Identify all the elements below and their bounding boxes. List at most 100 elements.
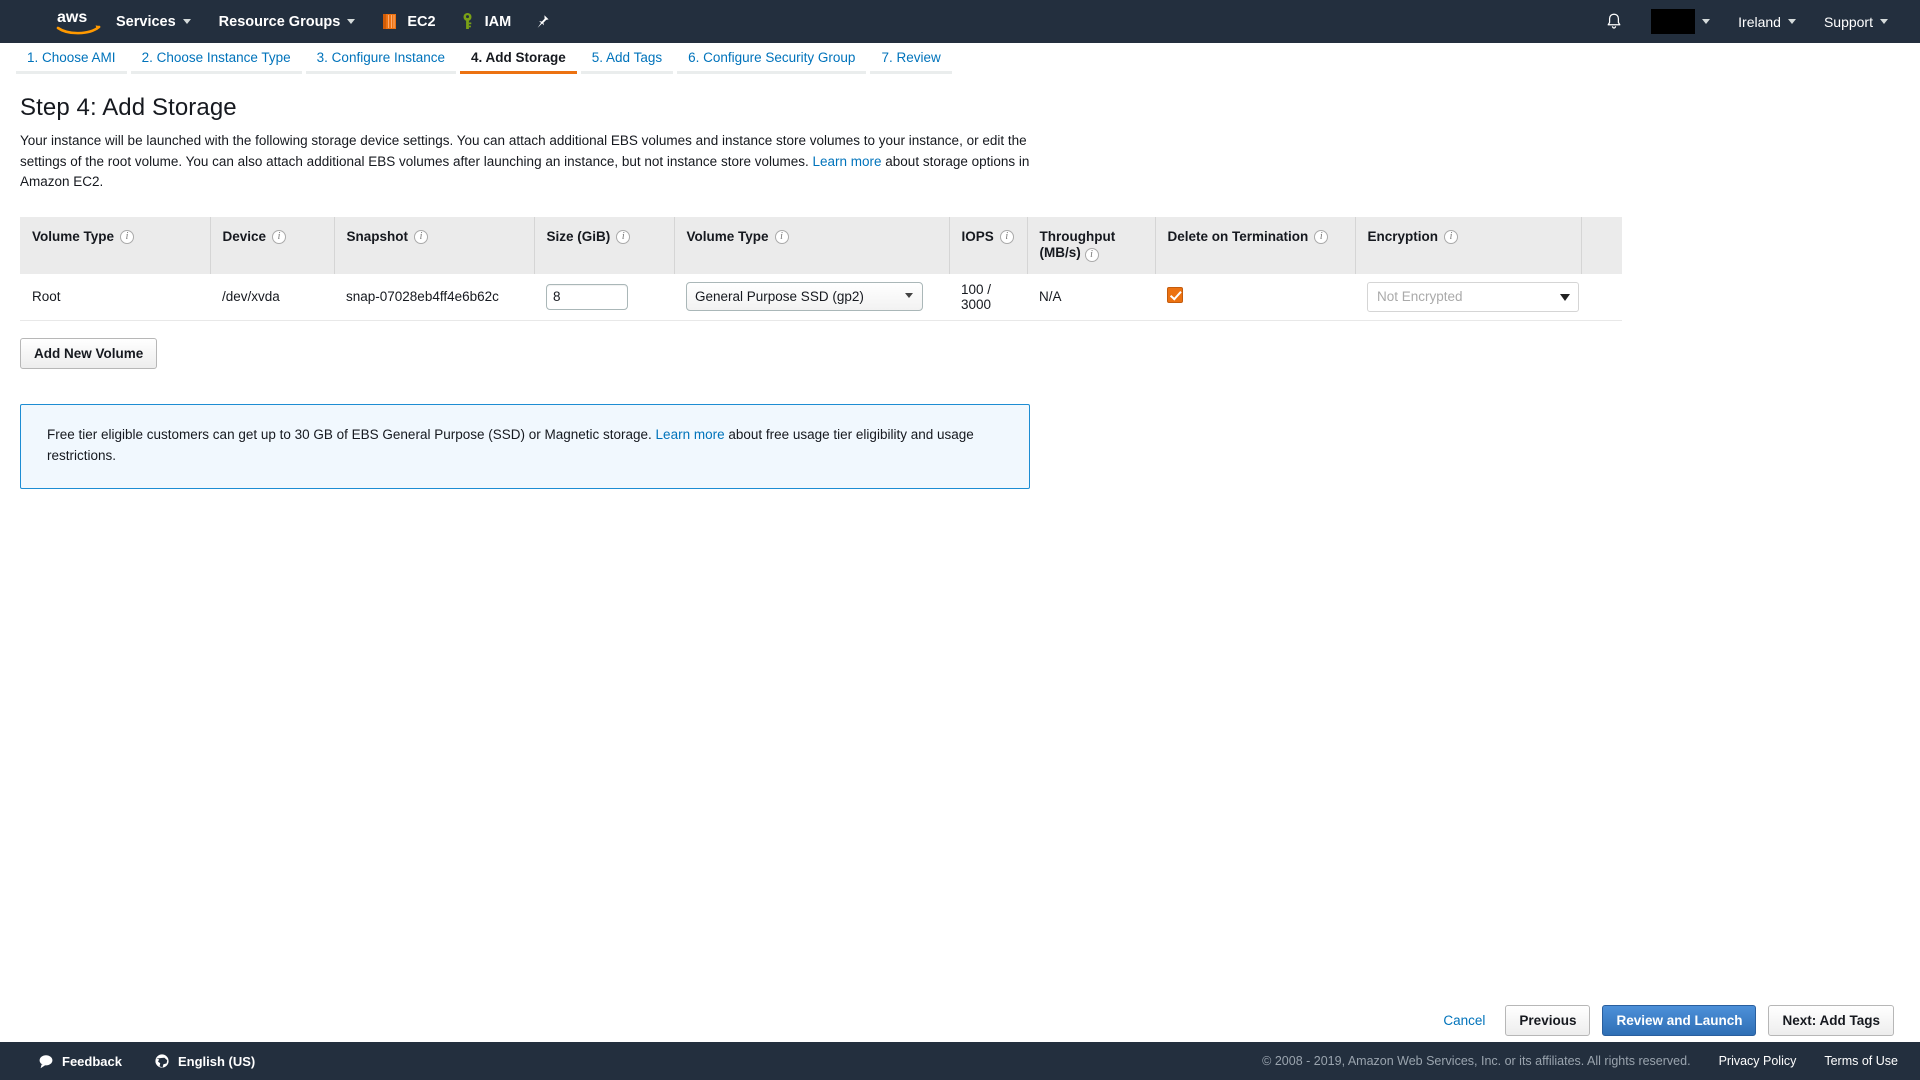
cell-volume-type-select: General Purpose SSD (gp2) <box>674 273 949 321</box>
wizard-tab-add-storage[interactable]: 4. Add Storage <box>460 43 577 74</box>
wizard-tab-choose-ami[interactable]: 1. Choose AMI <box>16 43 127 74</box>
bottom-bar-left-group: Feedback English (US) <box>26 1053 267 1069</box>
storage-learn-more-link[interactable]: Learn more <box>812 154 881 169</box>
info-icon[interactable]: i <box>774 229 789 244</box>
next-add-tags-button[interactable]: Next: Add Tags <box>1768 1004 1894 1036</box>
nav-shortcut-ec2[interactable]: EC2 <box>369 0 446 43</box>
feedback-button[interactable]: Feedback <box>26 1054 134 1069</box>
nav-pin-shortcuts-button[interactable] <box>522 0 562 43</box>
top-navigation-right-group: Ireland Support <box>1591 0 1920 43</box>
free-tier-text-1: Free tier eligible customers can get up … <box>47 426 656 442</box>
cell-volume-type-root: Root <box>20 273 210 321</box>
nav-shortcut-iam[interactable]: IAM <box>447 0 523 43</box>
wizard-tab-configure-security-group[interactable]: 6. Configure Security Group <box>677 43 867 74</box>
cell-encryption: Not Encrypted <box>1355 273 1581 321</box>
add-new-volume-button[interactable]: Add New Volume <box>20 337 158 369</box>
free-tier-learn-more-link[interactable]: Learn more <box>656 427 725 442</box>
cell-delete-on-termination <box>1155 273 1355 321</box>
support-menu[interactable]: Support <box>1810 0 1902 43</box>
account-name-redacted <box>1651 9 1696 34</box>
previous-button[interactable]: Previous <box>1505 1004 1591 1036</box>
cell-snapshot: snap-07028eb4ff4e6b62c <box>334 273 534 321</box>
storage-volumes-table: Volume Type i Device i Snapshot i Size (GiB… <box>20 216 1622 321</box>
th-iops: IOPS i <box>949 216 1028 274</box>
wizard-step-tabs: 1. Choose AMI 2. Choose Instance Type 3.… <box>0 43 1920 77</box>
chevron-down-icon <box>182 19 191 24</box>
cell-row-actions <box>1581 273 1622 321</box>
aws-logo[interactable]: aws <box>56 7 102 37</box>
delete-on-termination-checkbox[interactable] <box>1167 287 1183 303</box>
cell-iops: 100 / 3000 <box>949 273 1027 321</box>
region-menu[interactable]: Ireland <box>1724 0 1810 43</box>
th-snapshot: Snapshot i <box>334 216 535 274</box>
account-menu[interactable] <box>1637 0 1724 43</box>
notifications-button[interactable] <box>1591 0 1637 43</box>
chevron-down-icon <box>1880 19 1888 24</box>
nav-services-menu[interactable]: Services <box>102 0 205 43</box>
nav-resource-groups-menu[interactable]: Resource Groups <box>205 0 370 43</box>
free-tier-info-box: Free tier eligible customers can get up … <box>20 403 1030 489</box>
info-icon[interactable]: i <box>1314 229 1329 244</box>
volume-type-select[interactable]: General Purpose SSD (gp2) <box>686 282 923 311</box>
svg-text:aws: aws <box>57 9 87 26</box>
encryption-select[interactable]: Not Encrypted <box>1367 281 1579 312</box>
th-device: Device i <box>210 216 335 274</box>
th-throughput: Throughput (MB/s) i <box>1027 216 1156 274</box>
th-throughput-label-line1: Throughput <box>1039 228 1116 244</box>
bottom-bar: Feedback English (US) © 2008 - 2019, Ama… <box>0 1042 1920 1080</box>
th-actions <box>1581 216 1622 274</box>
iam-key-icon <box>463 13 472 29</box>
feedback-speech-bubble-icon <box>39 1054 53 1068</box>
wizard-tab-review[interactable]: 7. Review <box>870 43 952 74</box>
chevron-down-icon <box>347 19 356 24</box>
info-icon[interactable]: i <box>120 229 135 244</box>
page-description: Your instance will be launched with the … <box>20 131 1040 193</box>
th-encryption-label: Encryption <box>1367 228 1439 244</box>
nav-services-label: Services <box>116 13 176 30</box>
info-icon[interactable]: i <box>616 229 631 244</box>
th-delete-on-termination-label: Delete on Termination <box>1167 228 1309 244</box>
cell-size <box>534 273 674 321</box>
table-header-row: Volume Type i Device i Snapshot i Size (GiB… <box>20 216 1622 274</box>
review-and-launch-button[interactable]: Review and Launch <box>1602 1004 1757 1036</box>
th-volume-type-select: Volume Type i <box>674 216 950 274</box>
info-icon[interactable]: i <box>414 229 429 244</box>
wizard-tab-add-tags[interactable]: 5. Add Tags <box>580 43 674 74</box>
feedback-label: Feedback <box>62 1053 122 1069</box>
info-icon[interactable]: i <box>1444 229 1459 244</box>
wizard-tab-configure-instance[interactable]: 3. Configure Instance <box>305 43 457 74</box>
cancel-button[interactable]: Cancel <box>1435 1013 1493 1028</box>
size-input[interactable] <box>546 283 628 310</box>
info-icon[interactable]: i <box>999 229 1014 244</box>
table-row: Root /dev/xvda snap-07028eb4ff4e6b62c Ge… <box>20 273 1622 321</box>
chevron-down-icon <box>1787 19 1796 24</box>
top-navigation-bar: aws Services Resource Groups EC2 IAM Ire… <box>0 0 1920 43</box>
info-icon[interactable]: i <box>272 229 287 244</box>
main-content: Step 4: Add Storage Your instance will b… <box>0 80 1920 489</box>
nav-resource-groups-label: Resource Groups <box>218 13 341 30</box>
th-device-label: Device <box>222 228 267 244</box>
info-icon[interactable]: i <box>1084 247 1099 262</box>
free-tier-message: Free tier eligible customers can get up … <box>47 424 1005 466</box>
th-delete-on-termination: Delete on Termination i <box>1155 216 1356 274</box>
chevron-down-icon <box>1702 19 1711 24</box>
nav-shortcut-ec2-label: EC2 <box>407 13 436 30</box>
privacy-policy-link[interactable]: Privacy Policy <box>1719 1054 1797 1068</box>
th-encryption: Encryption i <box>1355 216 1582 274</box>
nav-shortcut-iam-label: IAM <box>484 13 512 30</box>
language-selector[interactable]: English (US) <box>142 1053 267 1069</box>
th-snapshot-label: Snapshot <box>346 228 409 244</box>
globe-icon <box>155 1054 169 1068</box>
th-throughput-label-line2: (MB/s) <box>1039 244 1081 260</box>
th-volume-type-select-label: Volume Type <box>686 228 769 244</box>
th-volume-type-root-label: Volume Type <box>32 228 115 244</box>
page-title: Step 4: Add Storage <box>20 94 237 121</box>
copyright-text: © 2008 - 2019, Amazon Web Services, Inc.… <box>1262 1054 1691 1068</box>
region-label: Ireland <box>1738 13 1781 30</box>
th-volume-type-root: Volume Type i <box>20 216 211 274</box>
wizard-tab-choose-instance-type[interactable]: 2. Choose Instance Type <box>130 43 302 74</box>
support-label: Support <box>1823 13 1873 30</box>
th-iops-label: IOPS <box>961 228 994 244</box>
terms-of-use-link[interactable]: Terms of Use <box>1824 1054 1898 1068</box>
cell-throughput: N/A <box>1027 273 1155 321</box>
